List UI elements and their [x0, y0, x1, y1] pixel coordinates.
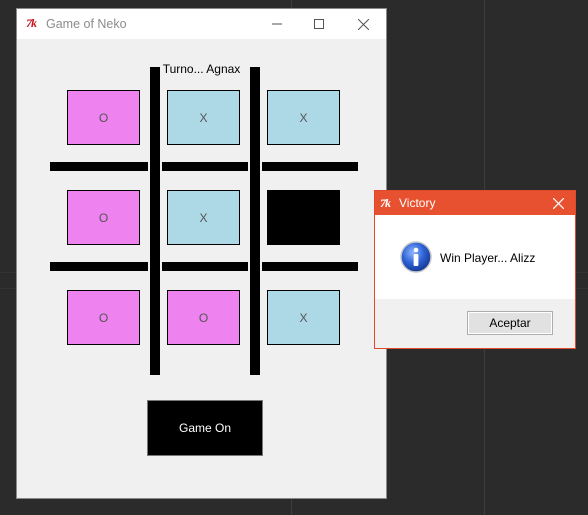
dialog-body: Win Player... Alizz [375, 215, 575, 299]
board-cell-3[interactable]: X [267, 90, 340, 145]
close-icon [552, 197, 564, 209]
board-cell-1[interactable]: O [67, 90, 140, 145]
cell-mark: X [199, 110, 208, 125]
grid-line-horizontal [262, 162, 358, 171]
dialog-close-button[interactable] [541, 191, 575, 215]
dialog-title-bar[interactable]: 7k Victory [375, 191, 575, 215]
minimize-button[interactable] [254, 9, 299, 39]
cell-mark: X [299, 110, 308, 125]
tk-logo-icon: 7k [26, 16, 37, 30]
game-window: 7k Game of Neko Turno... Agnax O X X O X… [16, 8, 387, 499]
cell-mark: O [98, 310, 109, 325]
victory-dialog: 7k Victory Win Player... Alizz Aceptar [374, 190, 576, 349]
grid-line-horizontal [162, 162, 248, 171]
board-cell-4[interactable]: O [67, 190, 140, 245]
board-cell-2[interactable]: X [167, 90, 240, 145]
board-cell-7[interactable]: O [67, 290, 140, 345]
grid-line-horizontal [162, 262, 248, 271]
grid-line-horizontal [50, 162, 148, 171]
dialog-message: Win Player... Alizz [440, 251, 536, 265]
accept-button[interactable]: Aceptar [467, 311, 553, 335]
close-button[interactable] [341, 9, 386, 39]
board-cell-8[interactable]: O [167, 290, 240, 345]
cell-mark: O [198, 310, 209, 325]
grid-line-vertical [250, 67, 260, 375]
cell-mark: X [299, 310, 308, 325]
grid-line-horizontal [262, 262, 358, 271]
close-icon [358, 18, 369, 30]
minimize-icon [271, 23, 282, 25]
dialog-title: Victory [399, 196, 436, 210]
board-cell-5[interactable]: X [167, 190, 240, 245]
turn-label: Turno... Agnax [162, 62, 241, 76]
window-title: Game of Neko [46, 17, 127, 31]
grid-line-horizontal [50, 262, 148, 271]
maximize-icon [313, 19, 324, 29]
cell-mark: O [98, 210, 109, 225]
title-bar[interactable]: 7k Game of Neko [17, 9, 386, 39]
cell-mark: O [98, 110, 109, 125]
game-on-button[interactable]: Game On [147, 400, 263, 456]
maximize-button[interactable] [296, 9, 341, 39]
board-cell-9[interactable]: X [267, 290, 340, 345]
grid-line-vertical [150, 67, 160, 375]
cell-mark: X [199, 210, 208, 225]
board-cell-6[interactable] [267, 190, 340, 245]
info-icon [400, 241, 432, 273]
tk-logo-icon: 7k [380, 196, 391, 210]
